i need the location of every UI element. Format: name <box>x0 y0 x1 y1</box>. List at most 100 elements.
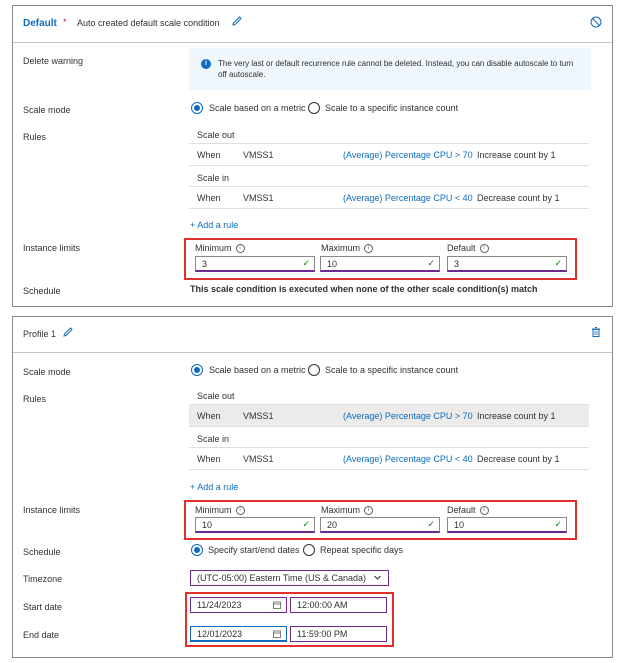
start-date-picker[interactable]: 11/24/2023 <box>190 597 287 613</box>
specify-dates-label: Specify start/end dates <box>208 545 300 555</box>
chevron-down-icon <box>373 573 382 584</box>
timezone-value: (UTC-05:00) Eastern Time (US & Canada) <box>197 573 367 583</box>
minimum-label: Minimum i <box>195 505 245 516</box>
scale-in-header: Scale in <box>189 167 589 187</box>
warning-banner: i The very last or default recurrence ru… <box>189 48 591 90</box>
rule-resource: VMSS1 <box>243 150 274 160</box>
end-date-picker[interactable]: 12/01/2023 <box>190 626 287 642</box>
rule-metric-link[interactable]: (Average) Percentage CPU > 70 <box>343 411 473 421</box>
scale-in-header-text: Scale in <box>197 434 230 444</box>
end-time-value: 11:59:00 PM <box>297 629 348 639</box>
rule-row-scale-in[interactable]: When VMSS1 (Average) Percentage CPU < 40… <box>189 448 589 470</box>
maximum-label-text: Maximum <box>321 505 361 515</box>
default-label: Default i <box>447 243 489 254</box>
check-icon: ✓ <box>302 519 310 529</box>
rule-when: When <box>197 411 221 421</box>
edit-pencil-icon[interactable] <box>62 326 74 340</box>
calendar-icon[interactable] <box>273 630 281 640</box>
check-icon: ✓ <box>554 519 562 529</box>
minimum-value: 10 <box>202 520 213 530</box>
info-icon[interactable]: i <box>364 506 374 516</box>
rules-label: Rules <box>23 394 47 404</box>
calendar-icon[interactable] <box>273 601 281 611</box>
rule-action: Decrease count by 1 <box>477 454 560 464</box>
default-card-subtitle: Auto created default scale condition <box>77 18 220 28</box>
radio-scale-count[interactable] <box>308 102 320 114</box>
rule-row-scale-in[interactable]: When VMSS1 (Average) Percentage CPU < 40… <box>189 187 589 209</box>
default-value: 10 <box>454 520 465 530</box>
rule-resource: VMSS1 <box>243 411 274 421</box>
scale-metric-option-label: Scale based on a metric <box>209 103 306 113</box>
scale-in-header-text: Scale in <box>197 173 230 183</box>
maximum-label: Maximum i <box>321 505 374 516</box>
minimum-input[interactable]: 10 ✓ <box>195 517 315 533</box>
start-time-value: 12:00:00 AM <box>297 600 348 610</box>
rule-row-scale-out[interactable]: When VMSS1 (Average) Percentage CPU > 70… <box>189 144 589 166</box>
rule-row-scale-out[interactable]: When VMSS1 (Average) Percentage CPU > 70… <box>189 405 589 427</box>
radio-scale-metric[interactable] <box>191 102 203 114</box>
scale-mode-label: Scale mode <box>23 105 71 115</box>
default-label: Default i <box>447 505 489 516</box>
rules-label: Rules <box>23 132 47 142</box>
default-input[interactable]: 3 ✓ <box>447 256 567 272</box>
profile-card-header: Profile 1 <box>13 317 612 353</box>
scale-mode-label: Scale mode <box>23 367 71 377</box>
radio-scale-metric[interactable] <box>191 364 203 376</box>
info-icon: i <box>201 59 211 69</box>
schedule-label: Schedule <box>23 286 61 296</box>
radio-scale-count[interactable] <box>308 364 320 376</box>
end-date-label: End date <box>23 630 60 640</box>
check-icon: ✓ <box>302 258 310 268</box>
info-icon[interactable]: i <box>235 506 245 516</box>
start-date-value: 11/24/2023 <box>197 600 242 610</box>
required-mark: * <box>63 17 67 27</box>
instance-limits-label: Instance limits <box>23 243 81 253</box>
info-icon[interactable]: i <box>235 244 245 254</box>
timezone-dropdown[interactable]: (UTC-05:00) Eastern Time (US & Canada) <box>190 570 389 586</box>
maximum-label: Maximum i <box>321 243 374 254</box>
check-icon: ✓ <box>554 258 562 268</box>
minimum-label: Minimum i <box>195 243 245 254</box>
rule-metric-link[interactable]: (Average) Percentage CPU > 70 <box>343 150 473 160</box>
repeat-days-label: Repeat specific days <box>320 545 404 555</box>
default-card-header: Default * Auto created default scale con… <box>13 6 612 43</box>
maximum-input[interactable]: 10 ✓ <box>320 256 440 272</box>
default-input[interactable]: 10 ✓ <box>447 517 567 533</box>
check-icon: ✓ <box>427 258 435 268</box>
rule-metric-link[interactable]: (Average) Percentage CPU < 40 <box>343 454 473 464</box>
default-label-text: Default <box>447 505 476 515</box>
radio-repeat-days[interactable] <box>303 544 315 556</box>
radio-specify-dates[interactable] <box>191 544 203 556</box>
rule-when: When <box>197 454 221 464</box>
add-rule-link[interactable]: + Add a rule <box>190 482 238 492</box>
scale-out-header-text: Scale out <box>197 130 235 140</box>
rule-when: When <box>197 193 221 203</box>
maximum-input[interactable]: 20 ✓ <box>320 517 440 533</box>
schedule-text: This scale condition is executed when no… <box>190 284 538 294</box>
maximum-value: 20 <box>327 520 338 530</box>
default-card-title[interactable]: Default <box>23 18 57 29</box>
end-time-input[interactable]: 11:59:00 PM <box>290 626 387 642</box>
timezone-label: Timezone <box>23 574 63 584</box>
info-icon[interactable]: i <box>479 244 489 254</box>
minimum-value: 3 <box>202 259 208 269</box>
disable-circle-icon[interactable] <box>590 16 602 30</box>
instance-limits-label: Instance limits <box>23 505 81 515</box>
profile-card-title[interactable]: Profile 1 <box>23 329 56 339</box>
minimum-input[interactable]: 3 ✓ <box>195 256 315 272</box>
edit-pencil-icon[interactable] <box>231 15 243 29</box>
profile-1-card: Profile 1 Scale mode Scale based on a me… <box>12 316 613 658</box>
default-label-text: Default <box>447 243 476 253</box>
info-icon[interactable]: i <box>479 506 489 516</box>
rule-action: Increase count by 1 <box>477 411 556 421</box>
start-time-input[interactable]: 12:00:00 AM <box>290 597 387 613</box>
rule-when: When <box>197 150 221 160</box>
scale-out-header: Scale out <box>189 385 589 405</box>
rule-metric-link[interactable]: (Average) Percentage CPU < 40 <box>343 193 473 203</box>
start-date-label: Start date <box>23 602 63 612</box>
rule-action: Increase count by 1 <box>477 150 556 160</box>
add-rule-link[interactable]: + Add a rule <box>190 220 238 230</box>
info-icon[interactable]: i <box>364 244 374 254</box>
delete-trash-icon[interactable] <box>590 326 602 340</box>
end-date-value: 12/01/2023 <box>197 629 243 639</box>
